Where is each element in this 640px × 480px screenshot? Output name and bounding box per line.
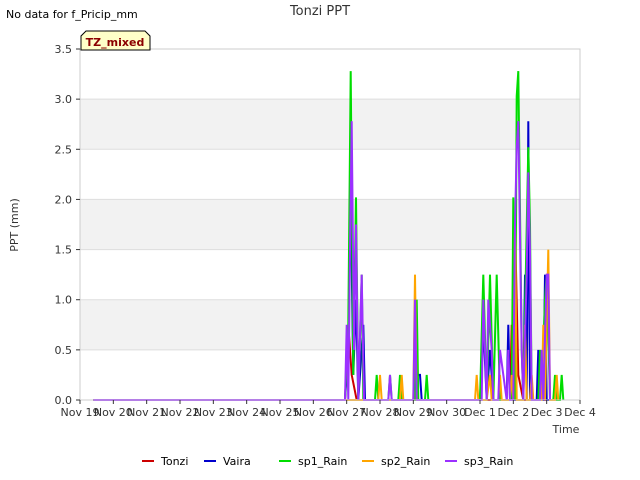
y-axis-label: PPT (mm)	[8, 198, 21, 252]
x-tick-label: Dec 2	[497, 406, 529, 419]
y-tick-label: 2.5	[55, 143, 73, 156]
x-axis-ticks: Nov 19Nov 20Nov 21Nov 22Nov 23Nov 24Nov …	[61, 400, 596, 419]
legend-label: Tonzi	[160, 455, 188, 468]
y-tick-label: 3.5	[55, 43, 73, 56]
y-tick-label: 0.5	[55, 344, 73, 357]
chart-title: Tonzi PPT	[289, 4, 350, 19]
y-tick-label: 3.0	[55, 93, 73, 106]
plot-background	[80, 49, 580, 400]
legend-label: sp2_Rain	[381, 455, 430, 468]
x-tick-label: Dec 4	[564, 406, 596, 419]
x-axis-label: Time	[552, 423, 580, 436]
y-tick-label: 2.0	[55, 193, 73, 206]
x-tick-label: Dec 1	[464, 406, 496, 419]
plot-band	[80, 99, 580, 150]
legend-label: sp3_Rain	[464, 455, 513, 468]
badge-label: TZ_mixed	[86, 36, 145, 49]
plot-band	[80, 299, 580, 350]
plot-band	[80, 49, 580, 100]
chart: No data for f_Pricip_mm Tonzi PPT Nov 19…	[6, 4, 596, 468]
tz-mixed-badge: TZ_mixed	[80, 30, 151, 51]
x-tick-label: Dec 3	[531, 406, 563, 419]
y-tick-label: 1.0	[55, 294, 73, 307]
plot-band	[80, 199, 580, 250]
plot-band	[80, 249, 580, 300]
y-tick-label: 0.0	[55, 394, 73, 407]
legend-label: sp1_Rain	[298, 455, 347, 468]
plot-band	[80, 149, 580, 200]
no-data-note: No data for f_Pricip_mm	[6, 8, 138, 21]
x-tick-label: Nov 30	[427, 406, 466, 419]
legend: Tonzi Vaira sp1_Rain sp2_Rain sp3_Rain	[142, 455, 513, 468]
legend-label: Vaira	[223, 455, 251, 468]
y-tick-label: 1.5	[55, 244, 73, 257]
y-axis-ticks: 0.0 0.5 1.0 1.5 2.0 2.5 3.0 3.5	[55, 43, 80, 407]
